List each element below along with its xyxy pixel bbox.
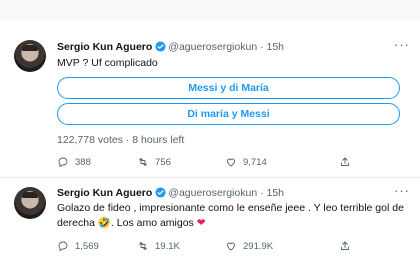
reply-count: 388 xyxy=(75,156,91,168)
retweet-button[interactable]: 19.1K xyxy=(137,240,180,252)
like-button[interactable]: 291.9K xyxy=(225,240,273,252)
share-icon xyxy=(341,157,349,166)
reply-button[interactable]: 388 xyxy=(57,156,91,168)
tweet-actions: 388 756 9,714 xyxy=(57,156,400,170)
display-name[interactable]: Sergio Kun Aguero xyxy=(57,187,152,199)
share-button[interactable] xyxy=(339,240,351,252)
tweet-text-line-2: derecha 🤣. Los amo amigos ❤ xyxy=(57,216,206,231)
top-edge xyxy=(0,0,420,20)
handle[interactable]: @aguerosergiokun xyxy=(168,41,257,53)
retweet-button[interactable]: 756 xyxy=(137,156,171,168)
timestamp[interactable]: · 15h xyxy=(260,41,284,53)
more-options-icon[interactable]: ··· xyxy=(394,37,410,52)
poll-option-2[interactable]: Di maría y Messi xyxy=(57,103,400,125)
reply-icon xyxy=(58,157,68,168)
reply-button[interactable]: 1,569 xyxy=(57,240,99,252)
like-count: 9,714 xyxy=(243,156,267,168)
twitter-screenshot: Sergio Kun Aguero @aguerosergiokun · 15h … xyxy=(0,0,420,280)
heart-icon xyxy=(227,158,235,167)
tweet-header: Sergio Kun Aguero @aguerosergiokun · 15h xyxy=(57,186,284,200)
like-button[interactable]: 9,714 xyxy=(225,156,267,168)
tweet-text: MVP ? Uf complicado xyxy=(57,57,158,69)
retweet-count: 19.1K xyxy=(155,240,180,252)
share-icon xyxy=(341,241,349,250)
avatar[interactable] xyxy=(14,187,46,219)
red-heart-emoji: ❤ xyxy=(196,217,206,229)
reply-count: 1,569 xyxy=(75,240,99,252)
tweet-header: Sergio Kun Aguero @aguerosergiokun · 15h xyxy=(57,40,284,54)
verified-icon xyxy=(155,187,166,198)
poll-option-1[interactable]: Messi y di María xyxy=(57,77,400,99)
heart-icon xyxy=(227,242,235,251)
retweet-count: 756 xyxy=(155,156,171,168)
like-count: 291.9K xyxy=(243,240,274,252)
reply-icon xyxy=(58,241,68,252)
retweet-icon xyxy=(139,158,147,166)
tweet-divider xyxy=(0,177,420,178)
handle[interactable]: @aguerosergiokun xyxy=(168,187,257,199)
tweet-text-line-1: Golazo de fideo , impresionante como le … xyxy=(57,202,404,214)
poll-meta: 122,778 votes · 8 hours left xyxy=(57,134,185,146)
retweet-icon xyxy=(139,242,147,250)
share-button[interactable] xyxy=(339,156,351,168)
display-name[interactable]: Sergio Kun Aguero xyxy=(57,41,152,53)
avatar[interactable] xyxy=(14,40,46,72)
verified-icon xyxy=(155,41,166,52)
more-options-icon[interactable]: ··· xyxy=(394,183,410,198)
tweet-actions: 1,569 19.1K 291.9K xyxy=(57,240,400,254)
timestamp[interactable]: · 15h xyxy=(260,187,284,199)
tweet-text-line-2-content: derecha 🤣. Los amo amigos xyxy=(57,217,194,229)
